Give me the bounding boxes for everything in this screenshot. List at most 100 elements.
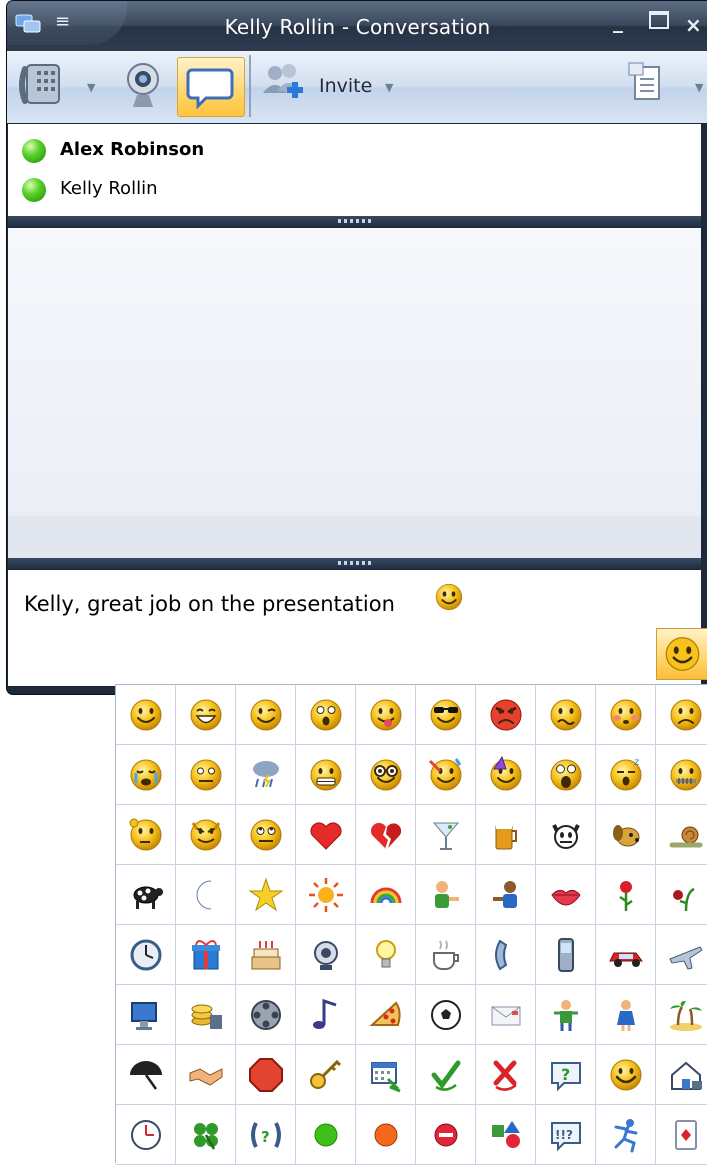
home-emoticon[interactable] <box>656 1045 707 1105</box>
beer-emoticon[interactable] <box>476 805 536 865</box>
stop-emoticon[interactable] <box>236 1045 296 1105</box>
clock-alt-emoticon[interactable] <box>116 1105 176 1165</box>
message-input-text[interactable]: Kelly, great job on the presentation <box>24 592 395 616</box>
emoticons-button[interactable] <box>656 628 707 680</box>
calendar-emoticon[interactable] <box>356 1045 416 1105</box>
crying-emoticon[interactable] <box>116 745 176 805</box>
wilted-rose-emoticon[interactable] <box>656 865 707 925</box>
thinking-emoticon[interactable] <box>116 805 176 865</box>
share-document-button[interactable]: ▼ <box>625 57 707 115</box>
chevron-down-icon[interactable]: ▼ <box>87 81 95 94</box>
martini-emoticon[interactable] <box>416 805 476 865</box>
hug-left-emoticon[interactable] <box>416 865 476 925</box>
mobile-phone-emoticon[interactable] <box>536 925 596 985</box>
smile-icon <box>435 583 463 611</box>
tongue-emoticon[interactable] <box>356 685 416 745</box>
light-bulb-emoticon[interactable] <box>356 925 416 985</box>
sunglasses-emoticon[interactable] <box>416 685 476 745</box>
embarrassed-emoticon[interactable] <box>596 685 656 745</box>
presence-available-icon <box>22 178 46 202</box>
minimize-icon[interactable]: _ <box>613 9 623 33</box>
hug-right-emoticon[interactable] <box>476 865 536 925</box>
laugh-emoticon[interactable] <box>176 685 236 745</box>
running-emoticon[interactable] <box>596 1105 656 1165</box>
maximize-icon[interactable] <box>649 11 669 29</box>
phone-emoticon[interactable] <box>476 925 536 985</box>
chevron-down-icon[interactable]: ▼ <box>695 81 703 94</box>
clock-emoticon[interactable] <box>116 925 176 985</box>
sad-emoticon[interactable] <box>656 685 707 745</box>
film-emoticon[interactable] <box>236 985 296 1045</box>
invite-people-icon <box>263 64 303 98</box>
party-emoticon[interactable] <box>416 745 476 805</box>
island-emoticon[interactable] <box>656 985 707 1045</box>
rain-cloud-emoticon[interactable] <box>236 745 296 805</box>
green-dot-emoticon[interactable] <box>296 1105 356 1165</box>
heart-emoticon[interactable] <box>296 805 356 865</box>
close-icon[interactable]: × <box>685 13 702 37</box>
boy-emoticon[interactable] <box>536 985 596 1045</box>
music-note-emoticon[interactable] <box>296 985 356 1045</box>
invite-button[interactable]: Invite ▼ <box>257 57 407 115</box>
shocked-emoticon[interactable] <box>536 745 596 805</box>
gift-emoticon[interactable] <box>176 925 236 985</box>
umbrella-emoticon[interactable] <box>116 1045 176 1105</box>
pizza-emoticon[interactable] <box>356 985 416 1045</box>
car-emoticon[interactable] <box>596 925 656 985</box>
compose-splitter[interactable] <box>8 558 701 570</box>
broken-heart-emoticon[interactable] <box>356 805 416 865</box>
nerd-emoticon[interactable] <box>356 745 416 805</box>
sun-emoticon[interactable] <box>296 865 356 925</box>
eye-roll-emoticon[interactable] <box>236 805 296 865</box>
envelope-emoticon[interactable] <box>476 985 536 1045</box>
exclamation-question-emoticon[interactable]: !!? <box>536 1105 596 1165</box>
girl-emoticon[interactable] <box>596 985 656 1045</box>
surprised-emoticon[interactable] <box>296 685 356 745</box>
dog-emoticon[interactable] <box>596 805 656 865</box>
cards-emoticon[interactable] <box>656 1105 707 1165</box>
handshake-emoticon[interactable] <box>176 1045 236 1105</box>
snail-emoticon[interactable] <box>656 805 707 865</box>
confused-emoticon[interactable] <box>536 685 596 745</box>
cat-emoticon[interactable] <box>536 805 596 865</box>
phone-call-button[interactable]: ▼ <box>13 57 105 115</box>
cross-emoticon[interactable] <box>476 1045 536 1105</box>
party-hat-emoticon[interactable] <box>476 745 536 805</box>
smile-emoticon[interactable] <box>116 685 176 745</box>
clover-emoticon[interactable] <box>176 1105 236 1165</box>
orange-dot-emoticon[interactable] <box>356 1105 416 1165</box>
zipped-mouth-emoticon[interactable] <box>656 745 707 805</box>
instant-message-button[interactable] <box>177 57 245 117</box>
message-compose-area[interactable]: Kelly, great job on the presentation <box>8 570 701 686</box>
computer-emoticon[interactable] <box>116 985 176 1045</box>
birthday-cake-emoticon[interactable] <box>236 925 296 985</box>
devil-emoticon[interactable] <box>176 805 236 865</box>
chevron-down-icon[interactable]: ▼ <box>385 81 393 94</box>
lips-emoticon[interactable] <box>536 865 596 925</box>
check-emoticon[interactable] <box>416 1045 476 1105</box>
coffee-emoticon[interactable] <box>416 925 476 985</box>
key-emoticon[interactable] <box>296 1045 356 1105</box>
smile-variant-emoticon[interactable] <box>596 1045 656 1105</box>
sheep-emoticon[interactable] <box>116 865 176 925</box>
wink-emoticon[interactable] <box>236 685 296 745</box>
moon-emoticon[interactable] <box>176 865 236 925</box>
phone-question-emoticon[interactable]: ? <box>236 1105 296 1165</box>
sleepy-emoticon[interactable]: z <box>596 745 656 805</box>
title-bar[interactable]: ≡ Kelly Rollin - Conversation _ × <box>7 1 707 51</box>
disappointed-emoticon[interactable] <box>176 745 236 805</box>
question-emoticon[interactable]: ? <box>536 1045 596 1105</box>
airplane-emoticon[interactable] <box>656 925 707 985</box>
grimace-emoticon[interactable] <box>296 745 356 805</box>
no-entry-emoticon[interactable] <box>416 1105 476 1165</box>
rainbow-emoticon[interactable] <box>356 865 416 925</box>
camera-emoticon[interactable] <box>296 925 356 985</box>
soccer-ball-emoticon[interactable] <box>416 985 476 1045</box>
money-emoticon[interactable] <box>176 985 236 1045</box>
angry-emoticon[interactable] <box>476 685 536 745</box>
video-call-button[interactable] <box>109 57 175 115</box>
roster-splitter[interactable] <box>8 216 701 228</box>
star-emoticon[interactable] <box>236 865 296 925</box>
red-rose-emoticon[interactable] <box>596 865 656 925</box>
shapes-emoticon[interactable] <box>476 1105 536 1165</box>
